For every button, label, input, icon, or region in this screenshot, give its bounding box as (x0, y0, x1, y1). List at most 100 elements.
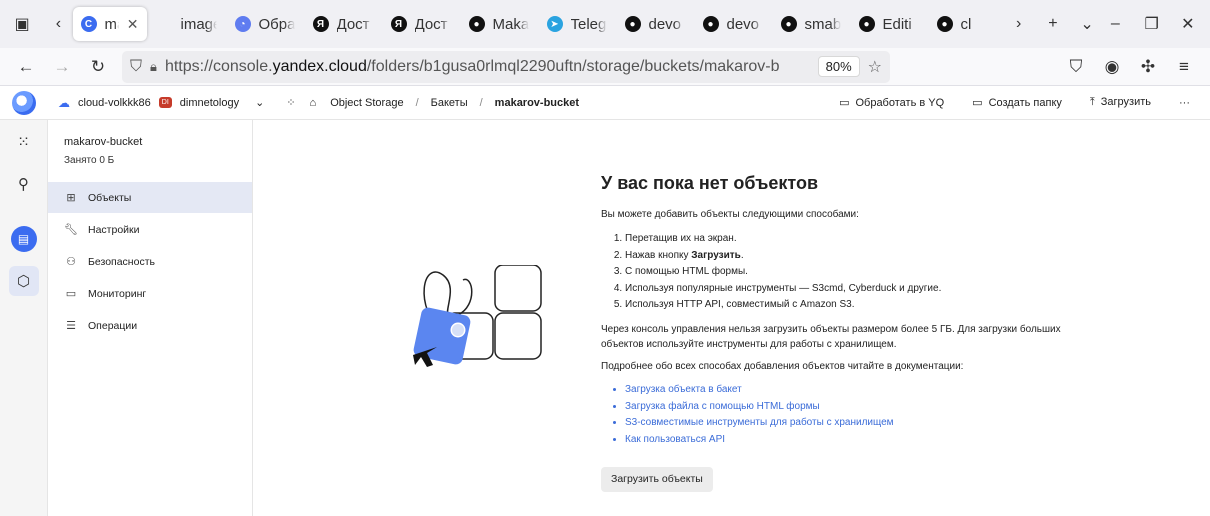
zoom-indicator[interactable]: 80% (817, 56, 860, 77)
upload-objects-button[interactable]: Загрузить объекты (601, 466, 713, 493)
list-icon: ☰ (66, 320, 76, 332)
content-area: У вас пока нет объектов Вы можете добави… (253, 120, 1210, 516)
lock-icon[interactable]: 🔒︎ (150, 59, 157, 75)
browser-tab[interactable]: Я Дост (305, 7, 381, 41)
upload-step-tail: . (740, 249, 744, 261)
search-icon[interactable]: ⚲ (10, 170, 38, 198)
folder-badge: DI (158, 97, 172, 108)
bookmark-star-icon[interactable]: ☆ (868, 57, 882, 77)
browser-tab[interactable]: ◔ Обра (227, 7, 303, 41)
cloud-name[interactable]: cloud-volkkk86 (78, 97, 151, 109)
browser-tab[interactable]: ➤ Teleg (539, 7, 615, 41)
object-storage-icon[interactable]: ⬡ (8, 266, 39, 296)
sidebar-item[interactable]: ⊞ Объекты (48, 182, 252, 213)
sidebar-item[interactable]: ⚇ Безопасность (48, 246, 252, 277)
upload-step-text: Нажав кнопку (625, 249, 692, 261)
browser-tab[interactable]: ● devo (617, 7, 693, 41)
service-graph-icon[interactable]: ⁘ (286, 96, 295, 109)
empty-intro: Вы можете добавить объекты следующими сп… (601, 209, 859, 220)
browser-tab[interactable]: ● Editi (851, 7, 927, 41)
sidebar-item-label: Мониторинг (88, 287, 147, 300)
list-tabs-icon[interactable]: ⌄ (1073, 9, 1101, 39)
shield-icon[interactable]: ⛉ (130, 58, 142, 76)
browser-tab[interactable]: ● devo (695, 7, 771, 41)
breadcrumb: ☁ cloud-volkkk86 DI dimnetology ⌄ ⁘ ⌂ Ob… (48, 96, 839, 110)
tab-overview-icon[interactable]: ▣ (8, 9, 36, 39)
circle-icon: ◔ (234, 16, 251, 32)
folder-name[interactable]: dimnetology (180, 97, 239, 109)
pocket-icon[interactable]: ⛉ (1058, 52, 1094, 82)
doc-link-text[interactable]: Загрузка объекта в бакет (625, 384, 742, 395)
limit-note: Через консоль управления нельзя загрузит… (601, 324, 1061, 350)
storage-service-icon[interactable]: ▤ (10, 226, 37, 252)
upload-step-bold: Загрузить (691, 249, 741, 261)
create-folder-button[interactable]: ▭ Создать папку (972, 96, 1062, 109)
services-grid-icon[interactable]: ⁙ (10, 128, 38, 156)
sidebar-item[interactable]: 🔧︎ Настройки (48, 214, 252, 245)
breadcrumb-separator: / (415, 96, 419, 109)
minimize-icon[interactable]: – (1101, 9, 1129, 39)
upload-step-text: Перетащив их на экран. (625, 233, 737, 244)
extensions-icon[interactable]: ✣ (1130, 52, 1166, 82)
crumb-service[interactable]: Object Storage (330, 97, 403, 109)
cloud-icon: ☁ (58, 95, 70, 110)
tabs-scroll-right-icon[interactable]: › (1005, 9, 1033, 39)
chevron-down-icon[interactable]: ⌄ (255, 96, 264, 109)
upload-button[interactable]: ⤒ Загрузить (1090, 96, 1151, 109)
back-icon[interactable]: ← (8, 52, 44, 82)
doc-link-text[interactable]: Как пользоваться API (625, 434, 725, 445)
menu-icon[interactable]: ≡ (1166, 52, 1202, 82)
process-yq-label: Обработать в YQ (855, 97, 945, 109)
tab-list: Cma ✕ images.j ◔ Обра Я Дост Я Дост ● Maka ➤ Teleg ● d… (72, 7, 1005, 41)
account-icon[interactable]: ◉ (1094, 52, 1130, 82)
sidebar-item[interactable]: ☰ Операции (48, 310, 252, 341)
bucket-usage: Занято 0 Б (64, 155, 115, 166)
browser-tab[interactable]: ● smab (773, 7, 849, 41)
reload-icon[interactable]: ↻ (80, 52, 116, 82)
sidebar-item-label: Безопасность (88, 255, 155, 268)
restore-icon[interactable]: ❐ (1138, 9, 1166, 39)
tabs-scroll-left-icon[interactable]: ‹ (44, 9, 72, 39)
sidebar-item-label: Настройки (88, 223, 140, 236)
github-icon: ● (858, 16, 875, 32)
window-close-icon[interactable]: ✕ (1174, 9, 1202, 39)
browser-tab[interactable]: ● Maka (461, 7, 537, 41)
doc-link-text[interactable]: S3-совместимые инструменты для работы с … (625, 417, 894, 428)
tab-title: Обра (258, 15, 295, 33)
doc-link[interactable]: Как пользоваться API (625, 432, 1091, 447)
doc-link[interactable]: Загрузка файла с помощью HTML формы (625, 399, 1091, 414)
process-yq-button[interactable]: ▭ Обработать в YQ (839, 96, 944, 109)
github-icon: ● (702, 16, 719, 32)
crumb-bucket: makarov-bucket (494, 96, 580, 109)
more-icon[interactable]: ··· (1179, 97, 1190, 109)
upload-step: Нажав кнопку Загрузить. (625, 248, 1091, 263)
yandex-cloud-logo[interactable] (12, 90, 36, 115)
upload-step: Перетащив их на экран. (625, 231, 1091, 246)
tab-title: images.j (180, 15, 217, 33)
upload-steps-list: Перетащив их на экран. Нажав кнопку Загру… (625, 231, 1091, 312)
sidebar-item[interactable]: ▭ Мониторинг (48, 278, 252, 309)
bucket-sidebar: makarov-bucket Занято 0 Б ⊞ Объекты 🔧︎ Наст… (48, 120, 253, 516)
url-bar[interactable]: ⛉ 🔒︎ https://console.yandex.cloud/folder… (122, 50, 890, 83)
create-folder-label: Создать папку (988, 97, 1062, 109)
browser-tab[interactable]: images.j (149, 7, 225, 41)
tab-title: Дост (414, 15, 448, 33)
tab-close-icon[interactable]: ✕ (127, 16, 139, 33)
url-text[interactable]: https://console.yandex.cloud/folders/b1g… (165, 58, 810, 76)
new-tab-icon[interactable]: + (1039, 9, 1067, 39)
header-actions: ▭ Обработать в YQ ▭ Создать папку ⤒ Загрузи… (839, 96, 1210, 109)
doc-link[interactable]: S3-совместимые инструменты для работы с … (625, 415, 1091, 430)
home-icon[interactable]: ⌂ (310, 97, 317, 109)
forward-icon[interactable]: → (44, 52, 80, 82)
wrench-icon: 🔧︎ (64, 224, 78, 236)
browser-navbar: ← → ↻ ⛉ 🔒︎ https://console.yandex.cloud/… (0, 48, 1210, 86)
browser-tab[interactable]: ● cl (929, 7, 1005, 41)
crumb-buckets[interactable]: Бакеты (431, 97, 468, 109)
doc-link-text[interactable]: Загрузка файла с помощью HTML формы (625, 401, 820, 412)
main-area: ⁙ ⚲ ▤ ⬡ makarov-bucket Занято 0 Б ⊞ Объек… (0, 120, 1210, 516)
tab-title: devo (726, 15, 760, 33)
users-icon: ⚇ (66, 256, 76, 268)
browser-tab[interactable]: Я Дост (383, 7, 459, 41)
doc-link[interactable]: Загрузка объекта в бакет (625, 382, 1091, 397)
browser-tab[interactable]: Cma ✕ (72, 7, 147, 41)
